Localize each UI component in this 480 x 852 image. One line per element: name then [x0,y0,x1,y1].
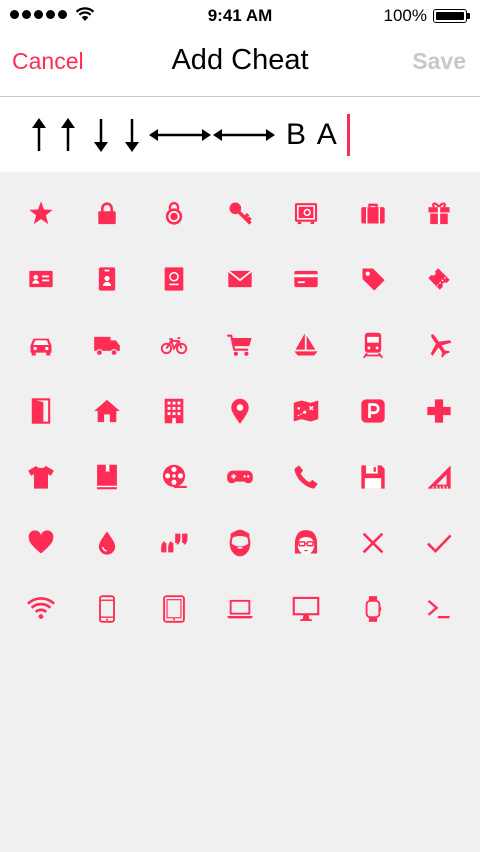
bicycle-icon[interactable] [141,312,207,378]
page-title: Add Cheat [171,44,309,76]
shopping-cart-icon[interactable] [207,312,273,378]
laptop-icon[interactable] [207,576,273,642]
mail-icon[interactable] [207,246,273,312]
star-icon[interactable] [8,180,74,246]
phone-icon[interactable] [273,444,339,510]
credit-card-icon[interactable] [273,246,339,312]
medical-cross-icon[interactable] [406,378,472,444]
battery-indicator: 100% [384,6,470,26]
arrow-down-icon [94,119,108,152]
cheat-letters: B A [286,118,339,151]
watch-icon[interactable] [339,576,405,642]
cheat-sequence: B A [28,113,350,157]
smartphone-icon[interactable] [74,576,140,642]
briefcase-icon[interactable] [339,180,405,246]
battery-icon [433,9,467,23]
passport-icon[interactable] [141,246,207,312]
map-pin-icon[interactable] [207,378,273,444]
padlock-icon[interactable] [141,180,207,246]
arrow-left-icon [149,129,180,141]
icon-picker [8,180,472,642]
film-reel-icon[interactable] [141,444,207,510]
quote-icon[interactable] [141,510,207,576]
arrow-down-icon [125,119,139,152]
parking-icon[interactable] [339,378,405,444]
badge-icon[interactable] [74,246,140,312]
book-icon[interactable] [74,444,140,510]
arrow-right-icon [244,129,275,141]
sailboat-icon[interactable] [273,312,339,378]
monitor-icon[interactable] [273,576,339,642]
wifi-icon[interactable] [8,576,74,642]
tablet-icon[interactable] [141,576,207,642]
treasure-map-icon[interactable] [273,378,339,444]
arrow-up-icon [61,118,75,151]
set-square-icon[interactable] [406,444,472,510]
train-icon[interactable] [339,312,405,378]
arrow-right-icon [180,129,211,141]
save-button[interactable]: Save [412,48,466,75]
cheat-input[interactable]: B A [0,97,480,172]
check-mark-icon[interactable] [406,510,472,576]
building-icon[interactable] [141,378,207,444]
woman-with-glasses-icon[interactable] [273,510,339,576]
arrow-up-icon [32,118,46,151]
door-icon[interactable] [8,378,74,444]
battery-percent: 100% [383,6,427,25]
gift-icon[interactable] [406,180,472,246]
car-icon[interactable] [8,312,74,378]
key-icon[interactable] [207,180,273,246]
safe-icon[interactable] [273,180,339,246]
airplane-icon[interactable] [406,312,472,378]
floppy-disk-icon[interactable] [339,444,405,510]
navigation-bar: Cancel Add Cheat Save [0,32,480,97]
heart-icon[interactable] [8,510,74,576]
arrow-left-icon [213,129,244,141]
lock-icon[interactable] [74,180,140,246]
truck-icon[interactable] [74,312,140,378]
bearded-man-icon[interactable] [207,510,273,576]
status-bar: 9:41 AM 100% [0,0,480,32]
id-card-icon[interactable] [8,246,74,312]
ticket-icon[interactable] [406,246,472,312]
house-icon[interactable] [74,378,140,444]
x-mark-icon[interactable] [339,510,405,576]
gamepad-icon[interactable] [207,444,273,510]
drop-icon[interactable] [74,510,140,576]
tag-icon[interactable] [339,246,405,312]
terminal-icon[interactable] [406,576,472,642]
text-cursor [346,114,350,156]
t-shirt-icon[interactable] [8,444,74,510]
